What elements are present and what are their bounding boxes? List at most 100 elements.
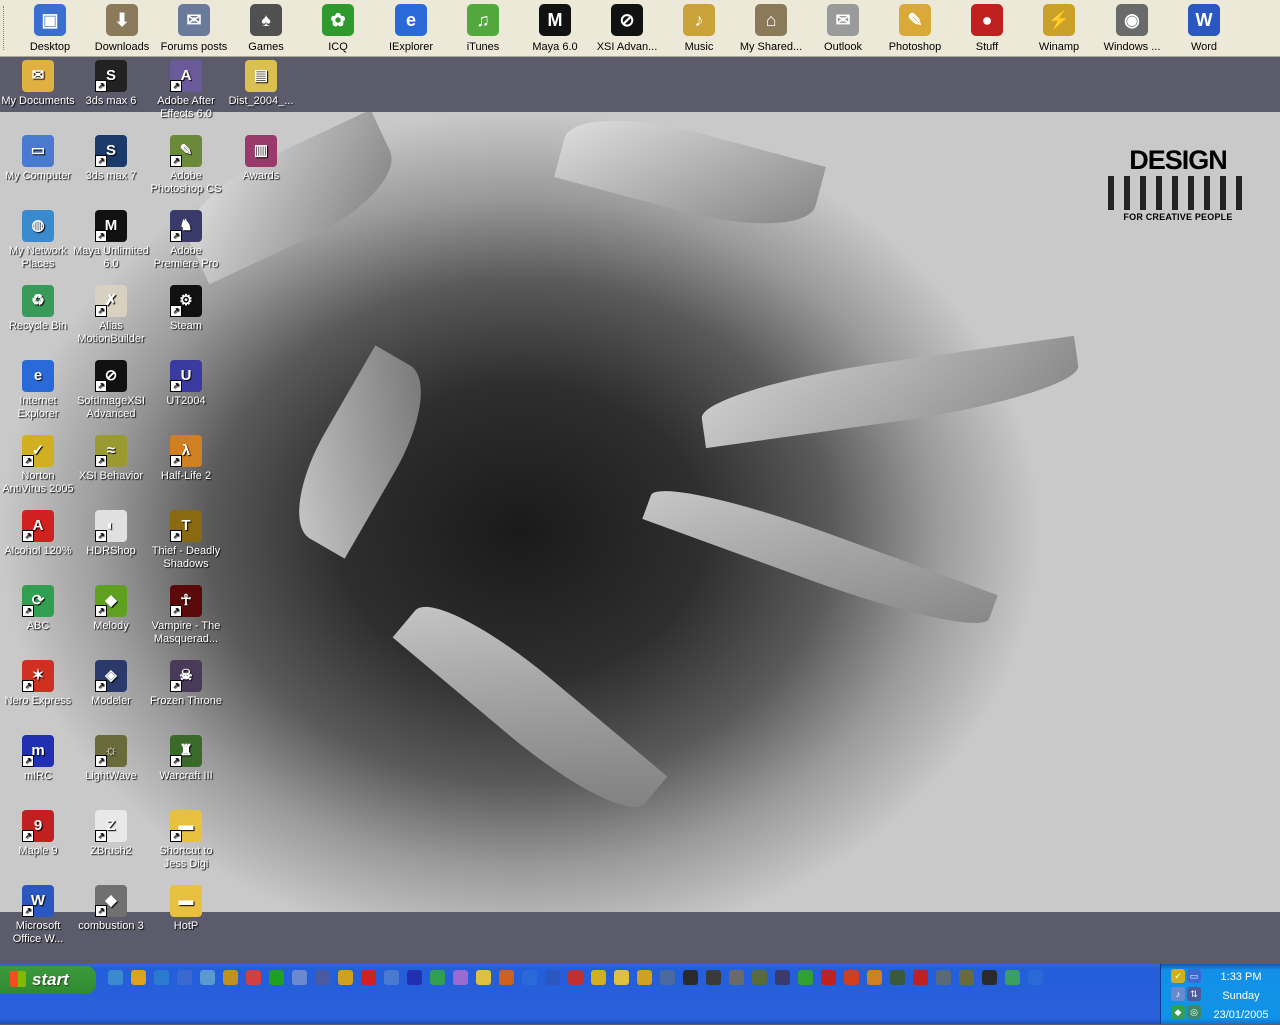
quick-launch-app-icon[interactable]	[154, 970, 169, 985]
toolbar-item-word[interactable]: W Word	[1168, 4, 1240, 53]
desktop-icon-melody[interactable]: ◆ ↗ Melody	[73, 585, 149, 633]
desktop-icon-my-documents[interactable]: ✉ My Documents	[0, 60, 76, 108]
desktop-icon-maple-9[interactable]: 9 ↗ Maple 9	[0, 810, 76, 858]
quick-launch-app-icon[interactable]	[591, 970, 606, 985]
desktop-icon-combustion-3[interactable]: ◆ ↗ combustion 3	[73, 885, 149, 933]
desktop-icon-shortcut-to-jess-digi[interactable]: ▬ ↗ Shortcut to Jess Digi	[148, 810, 224, 871]
quick-launch-app-icon[interactable]	[453, 970, 468, 985]
desktop-icon-recycle-bin[interactable]: ♻ Recycle Bin	[0, 285, 76, 333]
quick-launch-app-icon[interactable]	[384, 970, 399, 985]
desktop-icon-thief-deadly-shadows[interactable]: T ↗ Thief - Deadly Shadows	[148, 510, 224, 571]
toolbar-item-xsi-advan[interactable]: ⊘ XSI Advan...	[591, 4, 663, 53]
quick-launch-app-icon[interactable]	[844, 970, 859, 985]
quick-launch-app-icon[interactable]	[499, 970, 514, 985]
quick-launch-app-icon[interactable]	[729, 970, 744, 985]
desktop-icon-adobe-photoshop-cs[interactable]: ✎ ↗ Adobe Photoshop CS	[148, 135, 224, 196]
desktop-icon-nero-express[interactable]: ✶ ↗ Nero Express	[0, 660, 76, 708]
quick-launch-app-icon[interactable]	[476, 970, 491, 985]
quick-launch-app-icon[interactable]	[407, 970, 422, 985]
desktop-icon-warcraft-iii[interactable]: ♜ ↗ Warcraft III	[148, 735, 224, 783]
monitor-tray-icon[interactable]: ▭	[1187, 969, 1201, 983]
quick-launch-app-icon[interactable]	[361, 970, 376, 985]
desktop-icon-dist-2004[interactable]: ▤ Dist_2004_...	[223, 60, 299, 108]
connection-tray-icon[interactable]: ◎	[1187, 1005, 1201, 1019]
quick-launch-app-icon[interactable]	[545, 970, 560, 985]
quick-launch-app-icon[interactable]	[522, 970, 537, 985]
quick-launch-app-icon[interactable]	[315, 970, 330, 985]
desktop-icon-my-computer[interactable]: ▭ My Computer	[0, 135, 76, 183]
toolbar-item-downloads[interactable]: ⬇ Downloads	[86, 4, 158, 53]
quick-launch-app-icon[interactable]	[959, 970, 974, 985]
quick-launch-app-icon[interactable]	[131, 970, 146, 985]
quick-launch-app-icon[interactable]	[660, 970, 675, 985]
desktop-icon-modeler[interactable]: ◈ ↗ Modeler	[73, 660, 149, 708]
desktop-icon-awards[interactable]: ▥ Awards	[223, 135, 299, 183]
desktop-icon-lightwave[interactable]: ☼ ↗ LightWave	[73, 735, 149, 783]
desktop-icon-xsi-behavior[interactable]: ≈ ↗ XSI Behavior	[73, 435, 149, 483]
quick-launch-app-icon[interactable]	[614, 970, 629, 985]
volume-tray-icon[interactable]: ♪	[1171, 987, 1185, 1001]
desktop-icon-adobe-premiere-pro[interactable]: ♞ ↗ Adobe Premiere Pro	[148, 210, 224, 271]
toolbar-item-maya-6-0[interactable]: M Maya 6.0	[519, 4, 591, 53]
network-tray-icon[interactable]: ⇅	[1187, 987, 1201, 1001]
desktop-icon-steam[interactable]: ⚙ ↗ Steam	[148, 285, 224, 333]
quick-launch-app-icon[interactable]	[637, 970, 652, 985]
toolbar-item-icq[interactable]: ✿ ICQ	[302, 4, 374, 53]
desktop-icon-adobe-after-effects-6-0[interactable]: A ↗ Adobe After Effects 6.0	[148, 60, 224, 121]
toolbar-item-my-shared[interactable]: ⌂ My Shared...	[735, 4, 807, 53]
quick-launch-app-icon[interactable]	[890, 970, 905, 985]
desktop-icon-zbrush2[interactable]: Z ↗ ZBrush2	[73, 810, 149, 858]
desktop-icon-hdrshop[interactable]: ◐ ↗ HDRShop	[73, 510, 149, 558]
desktop-icon-abc[interactable]: ⟳ ↗ ABC	[0, 585, 76, 633]
quick-launch-app-icon[interactable]	[683, 970, 698, 985]
clock[interactable]: 1:33 PM Sunday 23/01/2005	[1201, 968, 1280, 1025]
norton-tray-icon[interactable]: ✓	[1171, 969, 1185, 983]
toolbar-item-iexplorer[interactable]: e IExplorer	[375, 4, 447, 53]
desktop-icon-norton-antivirus-2005[interactable]: ✓ ↗ Norton AntiVirus 2005	[0, 435, 76, 496]
desktop-icon-alcohol-120[interactable]: A ↗ Alcohol 120%	[0, 510, 76, 558]
toolbar-item-desktop[interactable]: ▣ Desktop	[14, 4, 86, 53]
toolbar-item-outlook[interactable]: ✉ Outlook	[807, 4, 879, 53]
desktop-icon-internet-explorer[interactable]: e Internet Explorer	[0, 360, 76, 421]
security-tray-icon[interactable]: ◆	[1171, 1005, 1185, 1019]
quick-launch-app-icon[interactable]	[798, 970, 813, 985]
desktop-icon-ut2004[interactable]: U ↗ UT2004	[148, 360, 224, 408]
quick-launch-app-icon[interactable]	[246, 970, 261, 985]
quick-launch-app-icon[interactable]	[867, 970, 882, 985]
quick-launch-app-icon[interactable]	[982, 970, 997, 985]
quick-launch-app-icon[interactable]	[338, 970, 353, 985]
toolbar-item-stuff[interactable]: ● Stuff	[951, 4, 1023, 53]
quick-launch-app-icon[interactable]	[752, 970, 767, 985]
quick-launch-app-icon[interactable]	[292, 970, 307, 985]
quick-launch-app-icon[interactable]	[223, 970, 238, 985]
toolbar-item-music[interactable]: ♪ Music	[663, 4, 735, 53]
desktop-icon-vampire-the-masquerad[interactable]: ☥ ↗ Vampire - The Masquerad...	[148, 585, 224, 646]
desktop-icon-3ds-max-6[interactable]: S ↗ 3ds max 6	[73, 60, 149, 108]
start-button[interactable]: start	[0, 966, 96, 994]
quick-launch-app-icon[interactable]	[821, 970, 836, 985]
desktop-icon-maya-unlimited-6-0[interactable]: M ↗ Maya Unlimited 6.0	[73, 210, 149, 271]
desktop-icon-softimagexsi-advanced[interactable]: ⊘ ↗ SoftImageXSI Advanced	[73, 360, 149, 421]
desktop-icon-microsoft-office-w[interactable]: W ↗ Microsoft Office W...	[0, 885, 76, 946]
desktop-icon-frozen-throne[interactable]: ☠ ↗ Frozen Throne	[148, 660, 224, 708]
quick-launch-app-icon[interactable]	[1005, 970, 1020, 985]
toolbar-item-photoshop[interactable]: ✎ Photoshop	[879, 4, 951, 53]
desktop-icon-my-network-places[interactable]: ◍ My Network Places	[0, 210, 76, 271]
quick-launch-app-icon[interactable]	[568, 970, 583, 985]
toolbar-item-windows[interactable]: ◉ Windows ...	[1096, 4, 1168, 53]
quick-launch-app-icon[interactable]	[177, 970, 192, 985]
quick-launch-app-icon[interactable]	[200, 970, 215, 985]
toolbar-grip[interactable]	[3, 6, 8, 50]
quick-launch-app-icon[interactable]	[269, 970, 284, 985]
quick-launch-app-icon[interactable]	[775, 970, 790, 985]
quick-launch-app-icon[interactable]	[706, 970, 721, 985]
desktop-icon-half-life-2[interactable]: λ ↗ Half-Life 2	[148, 435, 224, 483]
quick-launch-app-icon[interactable]	[108, 970, 123, 985]
desktop-icon-mirc[interactable]: m ↗ mIRC	[0, 735, 76, 783]
quick-launch-app-icon[interactable]	[936, 970, 951, 985]
quick-launch-app-icon[interactable]	[913, 970, 928, 985]
toolbar-item-winamp[interactable]: ⚡ Winamp	[1023, 4, 1095, 53]
toolbar-item-itunes[interactable]: ♫ iTunes	[447, 4, 519, 53]
quick-launch-app-icon[interactable]	[1028, 970, 1043, 985]
desktop-icon-hotp[interactable]: ▬ HotP	[148, 885, 224, 933]
